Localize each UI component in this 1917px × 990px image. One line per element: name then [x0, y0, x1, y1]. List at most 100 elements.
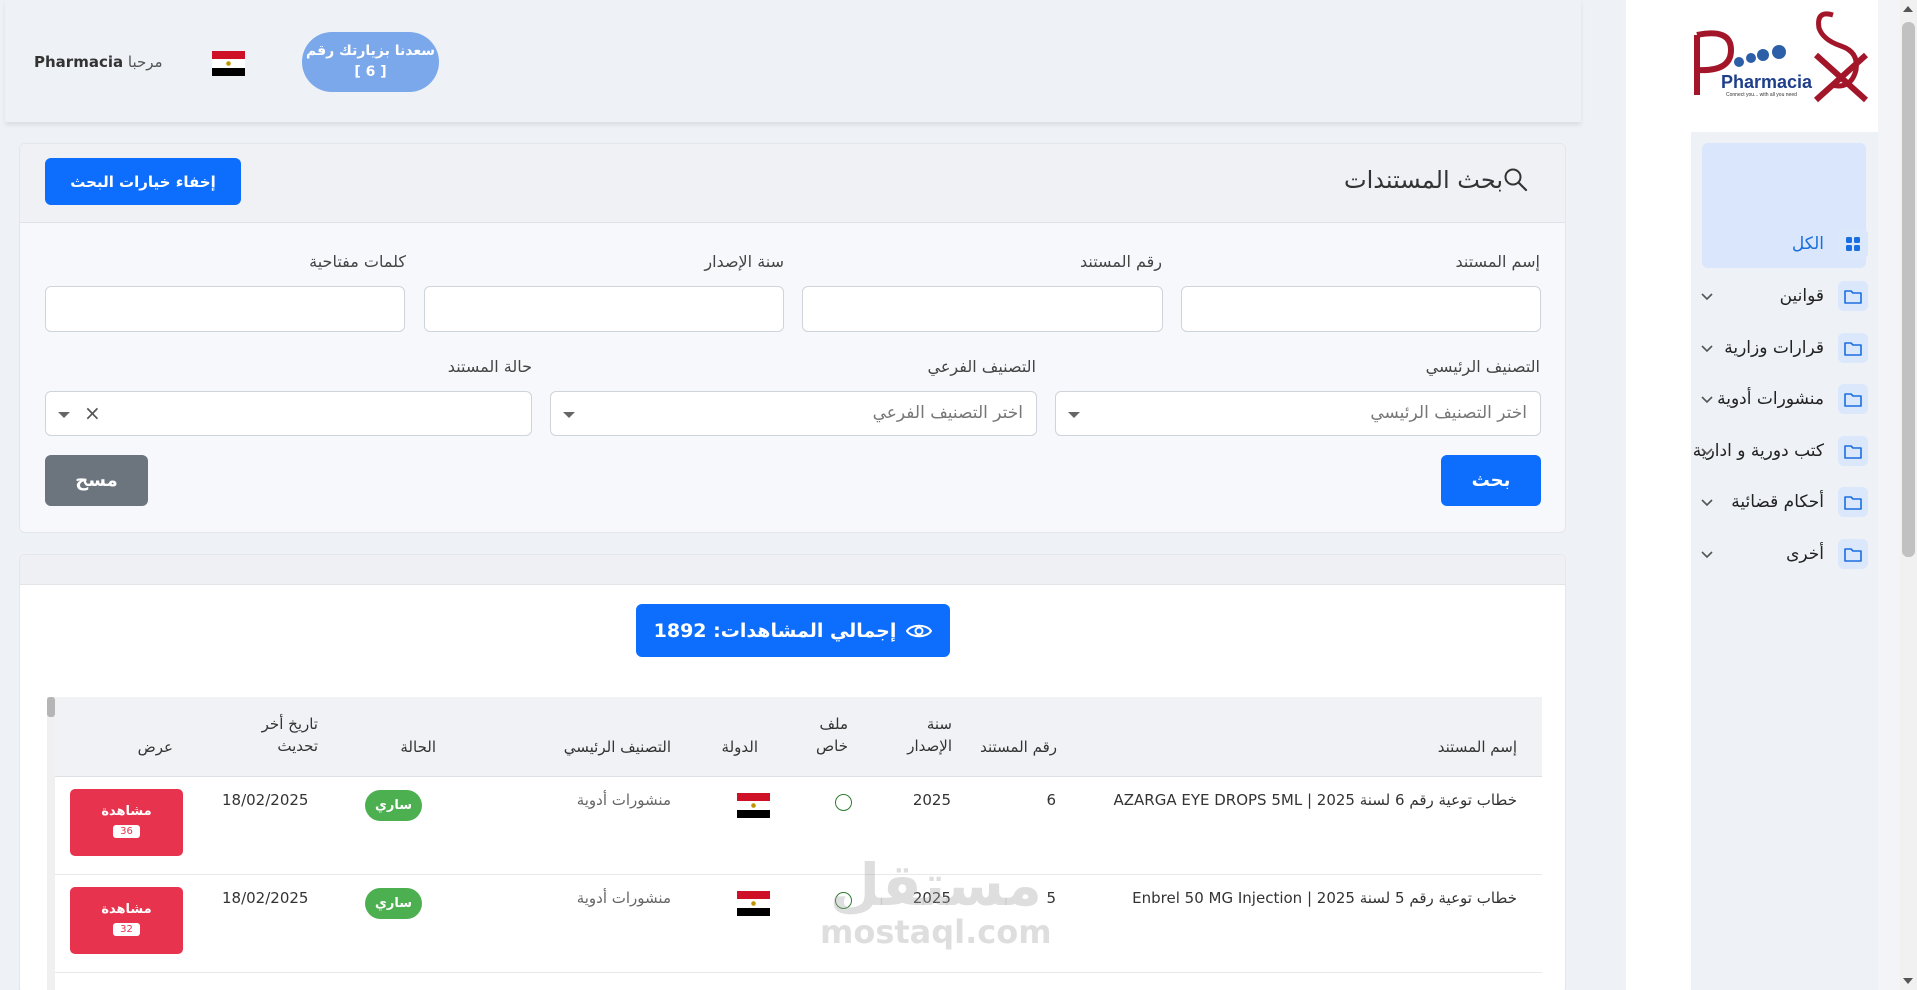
search-card-header: بحث المستندات إخفاء خيارات البحث — [20, 144, 1565, 223]
sidebar-item-other[interactable]: أخرى — [1691, 534, 1878, 574]
scrollbar-thumb[interactable] — [1902, 22, 1915, 557]
col-last-updated: تاريخ أخر تحديث — [262, 713, 318, 757]
col-issue-year-line2: الإصدار — [907, 737, 952, 755]
results-card: إجمالي المشاهدات: 1892 إسم المستند رقم ا… — [19, 554, 1566, 990]
sidebar-item-ministerial-decisions[interactable]: قرارات وزارية — [1691, 328, 1878, 368]
row-issue-year: 2025 — [912, 791, 951, 809]
issue-year-label: سنة الإصدار — [704, 252, 784, 271]
search-icon — [1504, 168, 1528, 192]
sub-category-select[interactable]: اختر التصنيف الفرعي — [550, 391, 1037, 436]
sidebar-item-label: قرارات وزارية — [1724, 338, 1824, 358]
eye-icon — [906, 624, 933, 637]
main-category-placeholder: اختر التصنيف الرئيسي — [1370, 403, 1527, 423]
sidebar-item-all[interactable]: الكل — [1691, 224, 1878, 264]
folder-icon — [1838, 384, 1868, 414]
row-last-updated: 18/02/2025 — [222, 791, 309, 809]
folder-icon — [1838, 539, 1868, 569]
col-issue-year: سنة الإصدار — [907, 713, 952, 757]
keywords-input[interactable] — [45, 286, 405, 332]
visit-counter-number: [ 6 ] — [354, 64, 387, 80]
col-view: عرض — [137, 738, 173, 756]
col-doc-number: رقم المستند — [980, 738, 1057, 756]
folder-icon — [1838, 281, 1868, 311]
table-row: خطاب توعية رقم 6 لسنة 2025 | AZARGA EYE … — [55, 777, 1542, 875]
visit-counter-text: سعدنا بزيارتك رقم — [305, 43, 436, 59]
issue-year-input[interactable] — [424, 286, 784, 332]
col-main-category: التصنيف الرئيسي — [563, 738, 671, 756]
search-button[interactable]: بحث — [1441, 455, 1541, 506]
view-document-button[interactable]: مشاهدة 32 — [70, 887, 183, 954]
chevron-down-icon[interactable] — [1699, 340, 1715, 356]
total-views-button[interactable]: إجمالي المشاهدات: 1892 — [636, 604, 950, 657]
chevron-down-icon[interactable] — [1699, 391, 1715, 407]
visit-counter-badge: سعدنا بزيارتك رقم [ 6 ] — [302, 32, 439, 92]
status-badge: ساري — [365, 790, 422, 821]
row-doc-name[interactable]: خطاب توعية رقم 5 لسنة 2025 | Enbrel 50 M… — [1132, 889, 1517, 907]
table-row: خطاب توعية رقم 5 لسنة 2025 | Enbrel 50 M… — [55, 875, 1542, 973]
sidebar-item-label: منشورات أدوية — [1717, 389, 1824, 409]
row-doc-number: 5 — [1046, 889, 1056, 907]
search-title: بحث المستندات — [1344, 166, 1529, 194]
main-area: سعدنا بزيارتك رقم [ 6 ] مرحبا Pharmacia … — [0, 0, 1626, 990]
chevron-down-icon[interactable] — [1699, 546, 1715, 562]
sub-category-label: التصنيف الفرعي — [927, 357, 1036, 376]
welcome-text: مرحبا Pharmacia — [34, 53, 163, 71]
col-private-file-line2: خاص — [816, 737, 848, 755]
welcome-user-name: Pharmacia — [34, 53, 124, 71]
folder-icon — [1838, 333, 1868, 363]
status-badge: ساري — [365, 888, 422, 919]
chevron-down-icon — [58, 412, 70, 418]
row-main-category: منشورات أدوية — [576, 889, 671, 907]
sidebar-item-periodic-books[interactable]: كتب دورية و ادارية — [1691, 431, 1878, 471]
clear-button[interactable]: مسح — [45, 455, 148, 506]
view-document-button[interactable]: مشاهدة 36 — [70, 789, 183, 856]
main-category-select[interactable]: اختر التصنيف الرئيسي — [1055, 391, 1541, 436]
scroll-down-icon[interactable] — [1903, 978, 1913, 984]
doc-status-select[interactable]: × — [45, 391, 532, 436]
clear-selection-icon[interactable]: × — [84, 401, 101, 425]
sidebar-item-court-rulings[interactable]: أحكام قضائية — [1691, 482, 1878, 522]
chevron-down-icon[interactable] — [1699, 288, 1715, 304]
col-issue-year-line1: سنة — [926, 715, 952, 733]
doc-name-label: إسم المستند — [1455, 252, 1540, 271]
hide-search-options-button[interactable]: إخفاء خيارات البحث — [45, 158, 241, 205]
logo-tagline: Connect you... with all you need — [1726, 92, 1797, 98]
row-last-updated: 18/02/2025 — [222, 889, 309, 907]
scroll-up-icon[interactable] — [1903, 6, 1913, 12]
egypt-flag-icon — [737, 891, 770, 916]
chevron-down-icon — [563, 412, 575, 418]
sub-category-placeholder: اختر التصنيف الفرعي — [872, 403, 1023, 423]
col-last-updated-line2: تحديث — [277, 737, 318, 755]
view-count-badge: 32 — [113, 923, 140, 936]
table-scrollbar[interactable] — [47, 697, 55, 990]
doc-name-input[interactable] — [1181, 286, 1541, 332]
col-doc-name: إسم المستند — [1437, 738, 1517, 756]
table-header: إسم المستند رقم المستند سنة الإصدار ملف … — [55, 697, 1542, 777]
col-status: الحالة — [400, 738, 436, 756]
chevron-down-icon[interactable] — [1699, 494, 1715, 510]
main-category-label: التصنيف الرئيسي — [1425, 357, 1540, 376]
sidebar-divider — [1878, 0, 1900, 990]
sidebar-item-label: أخرى — [1786, 544, 1824, 564]
sidebar-item-drug-bulletins[interactable]: منشورات أدوية — [1691, 379, 1878, 419]
private-file-indicator-icon — [835, 892, 852, 909]
doc-status-label: حالة المستند — [447, 357, 532, 376]
page-scrollbar[interactable] — [1900, 0, 1917, 990]
doc-number-input[interactable] — [802, 286, 1163, 332]
sidebar-item-label: أحكام قضائية — [1731, 492, 1824, 512]
egypt-flag-icon[interactable] — [212, 51, 245, 76]
row-doc-number: 6 — [1046, 791, 1056, 809]
col-last-updated-line1: تاريخ أخر — [261, 715, 318, 733]
results-card-header — [20, 555, 1565, 585]
view-button-label: مشاهدة — [101, 804, 152, 819]
results-table: إسم المستند رقم المستند سنة الإصدار ملف … — [45, 697, 1542, 990]
top-bar: سعدنا بزيارتك رقم [ 6 ] مرحبا Pharmacia — [5, 0, 1581, 122]
grid-icon — [1838, 229, 1868, 259]
sidebar-item-label: قوانين — [1779, 286, 1824, 306]
logo[interactable]: Pharmacia Connect you... with all you ne… — [1691, 0, 1878, 132]
sidebar-item-laws[interactable]: قوانين — [1691, 276, 1878, 316]
chevron-down-icon[interactable] — [1699, 443, 1715, 459]
row-doc-name[interactable]: خطاب توعية رقم 6 لسنة 2025 | AZARGA EYE … — [1113, 791, 1517, 809]
pharmacia-logo: Pharmacia Connect you... with all you ne… — [1694, 11, 1869, 103]
view-button-label: مشاهدة — [101, 902, 152, 917]
